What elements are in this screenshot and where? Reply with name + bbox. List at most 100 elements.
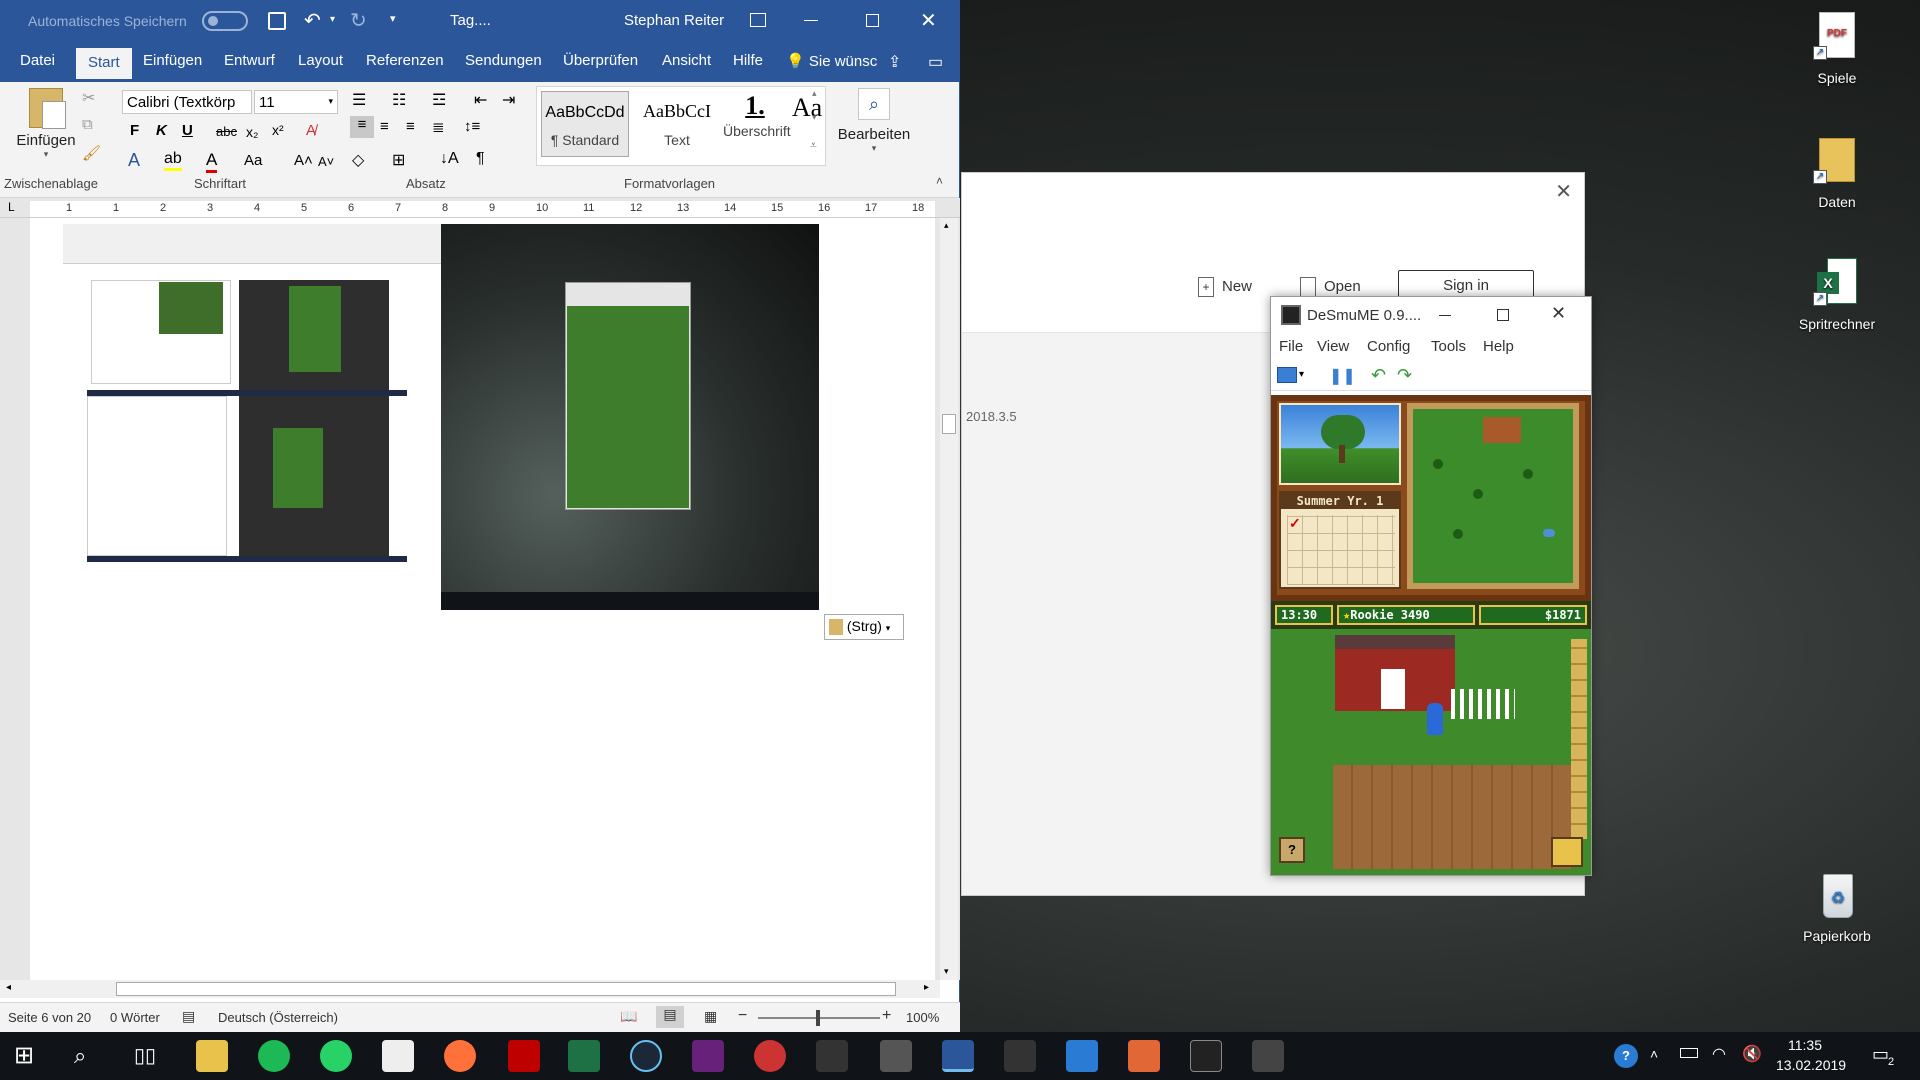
scroll-right-icon[interactable]: ▸ <box>924 982 929 993</box>
font-color-icon[interactable]: A <box>206 150 218 173</box>
spotify-icon[interactable] <box>258 1040 290 1072</box>
menu-view[interactable]: View <box>1317 338 1349 355</box>
paste-options-button[interactable]: (Strg) ▾ <box>824 614 904 640</box>
game-screen[interactable]: Summer Yr. 1 ✓ 13:30 ★Rookie 3490 $1871 … <box>1271 395 1591 875</box>
start-windows-icon[interactable]: ⊞ <box>14 1040 46 1072</box>
show-hidden-icons[interactable]: ˄ <box>1650 1046 1658 1062</box>
undo-icon[interactable]: ↶ <box>304 8 321 33</box>
action-center-icon[interactable]: ▭ <box>1872 1044 1889 1065</box>
whatsapp-icon[interactable] <box>320 1040 352 1072</box>
desktop-icon-spiele[interactable]: PDF ↗ Spiele <box>1782 12 1892 86</box>
comments-icon[interactable]: ▭ <box>928 52 943 72</box>
align-left-icon[interactable]: ≡ <box>350 116 374 138</box>
document-page[interactable]: (Strg) ▾ <box>30 218 935 980</box>
open-rom-icon[interactable] <box>1277 367 1297 383</box>
highlight-icon[interactable]: ab <box>164 150 182 171</box>
paste-button[interactable]: Einfügen ▾ <box>14 88 78 160</box>
font-name-select[interactable]: Calibri (Textkörp <box>122 90 252 114</box>
redo-icon[interactable]: ↻ <box>350 8 367 33</box>
shading-icon[interactable]: ◇ <box>352 150 364 170</box>
proofing-icon[interactable]: ▤ <box>182 1008 195 1025</box>
matlab-icon[interactable] <box>1128 1040 1160 1072</box>
bullets-icon[interactable]: ☰ <box>352 90 366 110</box>
task-view-icon[interactable]: ▯▯ <box>134 1040 166 1072</box>
style-standard[interactable]: AaBbCcDd ¶ Standard <box>541 91 629 157</box>
tell-me-box[interactable]: 💡 Sie wünsc <box>786 52 877 70</box>
styles-scroll-down-icon[interactable]: ▾ <box>812 112 817 123</box>
rotate-left-icon[interactable]: ↶ <box>1371 365 1386 386</box>
unity-hub-icon[interactable] <box>1004 1040 1036 1072</box>
shrink-font-icon[interactable]: A˅ <box>318 154 334 169</box>
clock-date[interactable]: 13.02.2019 <box>1776 1057 1846 1073</box>
snipping-tool-icon[interactable] <box>754 1040 786 1072</box>
save-icon[interactable] <box>268 12 286 30</box>
zoom-in-icon[interactable]: + <box>882 1007 891 1025</box>
open-button[interactable]: Open <box>1300 277 1361 297</box>
desktop-icon-spritrechner[interactable]: X ↗ Spritrechner <box>1782 258 1892 332</box>
menu-tools[interactable]: Tools <box>1431 338 1466 355</box>
increase-indent-icon[interactable]: ⇥ <box>502 90 515 110</box>
tab-hilfe[interactable]: Hilfe <box>733 52 763 69</box>
menu-file[interactable]: File <box>1279 338 1303 355</box>
calculator-icon[interactable] <box>880 1040 912 1072</box>
maximize-icon[interactable] <box>1497 309 1509 321</box>
maximize-icon[interactable] <box>866 14 879 27</box>
user-name[interactable]: Stephan Reiter <box>624 12 724 29</box>
minimize-icon[interactable] <box>1439 315 1451 316</box>
bold-icon[interactable]: F <box>130 122 139 139</box>
tab-einfuegen[interactable]: Einfügen <box>143 52 202 69</box>
horizontal-scroll-thumb[interactable] <box>116 982 896 996</box>
grow-font-icon[interactable]: A˄ <box>294 152 313 169</box>
style-text[interactable]: AaBbCcI Text <box>633 91 721 157</box>
edit-button[interactable]: ⌕ Bearbeiten ▾ <box>836 88 912 154</box>
language[interactable]: Deutsch (Österreich) <box>218 1010 338 1025</box>
tab-sendungen[interactable]: Sendungen <box>465 52 542 69</box>
text-effects-icon[interactable]: A <box>128 150 140 171</box>
tab-datei[interactable]: Datei <box>20 52 55 69</box>
scroll-thumb[interactable] <box>942 414 956 434</box>
menu-config[interactable]: Config <box>1367 338 1410 355</box>
tab-start[interactable]: Start <box>76 48 132 79</box>
steam-icon[interactable] <box>630 1040 662 1072</box>
rotate-right-icon[interactable]: ↷ <box>1397 365 1412 386</box>
excel-icon[interactable] <box>568 1040 600 1072</box>
strikethrough-icon[interactable]: abc <box>216 124 237 139</box>
wifi-icon[interactable]: ◠ <box>1712 1044 1726 1064</box>
tab-entwurf[interactable]: Entwurf <box>224 52 275 69</box>
desmume-taskbar-icon[interactable] <box>1252 1040 1284 1072</box>
help-icon[interactable]: ? <box>1614 1044 1638 1068</box>
menu-help[interactable]: Help <box>1483 338 1514 355</box>
underline-icon[interactable]: U <box>182 122 193 139</box>
firefox-icon[interactable] <box>444 1040 476 1072</box>
zoom-level[interactable]: 100% <box>906 1010 939 1025</box>
undo-dropdown-icon[interactable]: ▾ <box>330 14 335 25</box>
borders-icon[interactable]: ⊞ <box>392 150 405 170</box>
scroll-down-icon[interactable]: ▾ <box>944 966 949 977</box>
clock-time[interactable]: 11:35 <box>1788 1037 1822 1053</box>
styles-more-icon[interactable]: ⩡ <box>810 138 817 153</box>
align-center-icon[interactable]: ≡ <box>380 118 389 135</box>
zoom-out-icon[interactable]: − <box>738 1007 747 1025</box>
show-formatting-icon[interactable]: ¶ <box>476 150 485 168</box>
web-layout-icon[interactable]: ▦ <box>704 1008 717 1025</box>
zoom-slider-thumb[interactable] <box>816 1010 820 1026</box>
decrease-indent-icon[interactable]: ⇤ <box>474 90 487 110</box>
filezilla-icon[interactable] <box>508 1040 540 1072</box>
unity-icon[interactable] <box>1190 1040 1222 1072</box>
file-explorer-icon[interactable] <box>196 1040 228 1072</box>
vertical-scrollbar[interactable]: ▴ ▾ <box>940 218 958 980</box>
close-icon[interactable]: ✕ <box>920 8 937 33</box>
styles-scroll-up-icon[interactable]: ▴ <box>812 88 817 99</box>
superscript-icon[interactable]: x² <box>272 122 284 138</box>
zbrush-icon[interactable] <box>816 1040 848 1072</box>
style-heading[interactable]: 1. Überschrift <box>723 91 791 157</box>
horizontal-scrollbar[interactable]: ◂ ▸ <box>0 980 940 998</box>
vc-icon[interactable] <box>1066 1040 1098 1072</box>
minimize-icon[interactable] <box>804 20 818 21</box>
copy-icon[interactable]: ⧉ <box>82 116 93 133</box>
embedded-screenshot-image[interactable] <box>63 224 819 610</box>
align-right-icon[interactable]: ≡ <box>406 118 415 135</box>
scroll-up-icon[interactable]: ▴ <box>944 220 949 231</box>
tool-button-icon[interactable] <box>1551 837 1583 867</box>
close-icon[interactable]: ✕ <box>1551 303 1566 324</box>
